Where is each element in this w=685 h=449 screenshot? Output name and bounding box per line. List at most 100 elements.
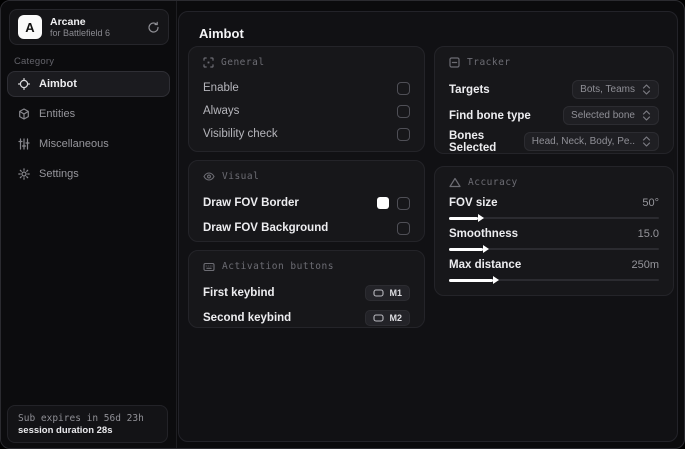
cube-icon [18, 108, 30, 120]
app-identity: Arcane for Battlefield 6 [50, 16, 139, 38]
setting-row-bones-selected: Bones Selected Head, Neck, Body, Pe.. [449, 129, 659, 154]
slider-value: 15.0 [637, 228, 659, 240]
page-title: Aimbot [199, 26, 244, 41]
setting-label: Draw FOV Border [203, 197, 299, 209]
sidebar-nav: Aimbot Entities Miscellaneous Settings [7, 71, 170, 190]
section-title: Accuracy [468, 177, 518, 188]
right-column: Tracker Targets Bots, Teams Find bone ty… [434, 46, 674, 308]
sidebar-item-miscellaneous[interactable]: Miscellaneous [7, 131, 170, 157]
smoothness-slider[interactable] [449, 245, 659, 253]
second-keybind-button[interactable]: M2 [365, 310, 410, 326]
refresh-icon[interactable] [147, 21, 160, 34]
setting-label: FOV size [449, 197, 498, 209]
setting-label: Second keybind [203, 312, 292, 324]
sub-expires-text: Sub expires in 56d 23h [18, 412, 144, 424]
app-logo: A [18, 15, 42, 39]
sidebar-item-entities[interactable]: Entities [7, 101, 170, 127]
fov-size-setting: FOV size 50° [449, 197, 659, 222]
triangle-icon [449, 177, 461, 188]
setting-row-always: Always [203, 100, 410, 122]
main-panel: Aimbot General Enable Always Visibility … [178, 11, 678, 442]
sidebar-item-label: Settings [39, 168, 79, 180]
activation-card: Activation buttons First keybind M1 Seco… [188, 250, 425, 328]
setting-label: Draw FOV Background [203, 222, 329, 234]
setting-row-find-bone-type: Find bone type Selected bone [449, 103, 659, 128]
setting-label: First keybind [203, 287, 275, 299]
select-value: Bots, Teams [580, 84, 635, 95]
setting-label: Always [203, 105, 240, 117]
frame-minus-icon [449, 57, 460, 68]
targets-select[interactable]: Bots, Teams [572, 80, 659, 99]
section-title: Visual [222, 171, 260, 182]
setting-row-first-keybind: First keybind M1 [203, 281, 410, 305]
slider-value: 250m [631, 259, 659, 271]
keybind-value: M1 [389, 288, 402, 298]
visual-header: Visual [203, 171, 410, 182]
chevrons-up-down-icon [642, 84, 651, 95]
sidebar-item-label: Entities [39, 108, 76, 120]
section-title: General [221, 57, 265, 68]
crosshair-icon [18, 78, 30, 90]
general-header: General [203, 57, 410, 68]
setting-row-enable: Enable [203, 77, 410, 99]
scan-icon [203, 57, 214, 68]
setting-row-fov-border: Draw FOV Border [203, 191, 410, 215]
fov-size-slider[interactable] [449, 214, 659, 222]
sidebar: A Arcane for Battlefield 6 Category Aimb… [1, 1, 177, 448]
visibility-check-checkbox[interactable] [397, 127, 410, 141]
setting-label: Smoothness [449, 228, 519, 240]
subscription-info: Sub expires in 56d 23h session duration … [7, 405, 168, 443]
bones-selected-select[interactable]: Head, Neck, Body, Pe.. [523, 132, 659, 151]
smoothness-setting: Smoothness 15.0 [449, 228, 659, 253]
slider-fill[interactable] [449, 214, 485, 222]
mouse-icon [373, 289, 385, 297]
chevrons-up-down-icon [642, 136, 651, 147]
app-window: A Arcane for Battlefield 6 Category Aimb… [0, 0, 685, 449]
fov-background-checkbox[interactable] [397, 221, 410, 235]
enable-checkbox[interactable] [397, 81, 410, 95]
general-card: General Enable Always Visibility check [188, 46, 425, 152]
category-label: Category [14, 56, 55, 67]
slider-fill[interactable] [449, 245, 489, 253]
keyboard-icon [203, 262, 215, 272]
app-subtitle: for Battlefield 6 [50, 27, 111, 38]
color-swatch[interactable] [377, 197, 389, 209]
left-column: General Enable Always Visibility check V… [188, 46, 425, 336]
max-distance-slider[interactable] [449, 276, 659, 284]
keybind-value: M2 [389, 313, 402, 323]
mouse-icon [373, 314, 385, 322]
sidebar-item-label: Aimbot [39, 78, 77, 90]
setting-label: Bones Selected [449, 129, 497, 154]
select-value: Selected bone [571, 110, 635, 121]
session-duration-text: session duration 28s [18, 424, 113, 436]
accuracy-header: Accuracy [449, 177, 659, 188]
always-checkbox[interactable] [397, 104, 410, 118]
visual-card: Visual Draw FOV Border Draw FOV Backgrou… [188, 160, 425, 242]
setting-row-visibility-check: Visibility check [203, 123, 410, 145]
select-value: Head, Neck, Body, Pe.. [531, 136, 635, 147]
sliders-icon [18, 138, 30, 150]
chevrons-up-down-icon [642, 110, 651, 121]
sidebar-item-label: Miscellaneous [39, 138, 109, 150]
max-distance-setting: Max distance 250m [449, 259, 659, 284]
sidebar-item-aimbot[interactable]: Aimbot [7, 71, 170, 97]
sidebar-item-settings[interactable]: Settings [7, 161, 170, 187]
setting-label: Enable [203, 82, 239, 94]
setting-label: Visibility check [203, 128, 278, 140]
tracker-card: Tracker Targets Bots, Teams Find bone ty… [434, 46, 674, 154]
find-bone-type-select[interactable]: Selected bone [563, 106, 659, 125]
first-keybind-button[interactable]: M1 [365, 285, 410, 301]
activation-header: Activation buttons [203, 261, 410, 272]
slider-value: 50° [642, 197, 659, 209]
tracker-header: Tracker [449, 57, 659, 68]
app-name: Arcane [50, 15, 86, 28]
eye-icon [203, 171, 215, 182]
logo-card: A Arcane for Battlefield 6 [9, 9, 169, 45]
setting-row-fov-background: Draw FOV Background [203, 216, 410, 240]
section-title: Tracker [467, 57, 511, 68]
setting-row-targets: Targets Bots, Teams [449, 77, 659, 102]
setting-label: Max distance [449, 259, 522, 271]
setting-label: Targets [449, 83, 490, 96]
fov-border-checkbox[interactable] [397, 196, 410, 210]
slider-fill[interactable] [449, 276, 500, 284]
